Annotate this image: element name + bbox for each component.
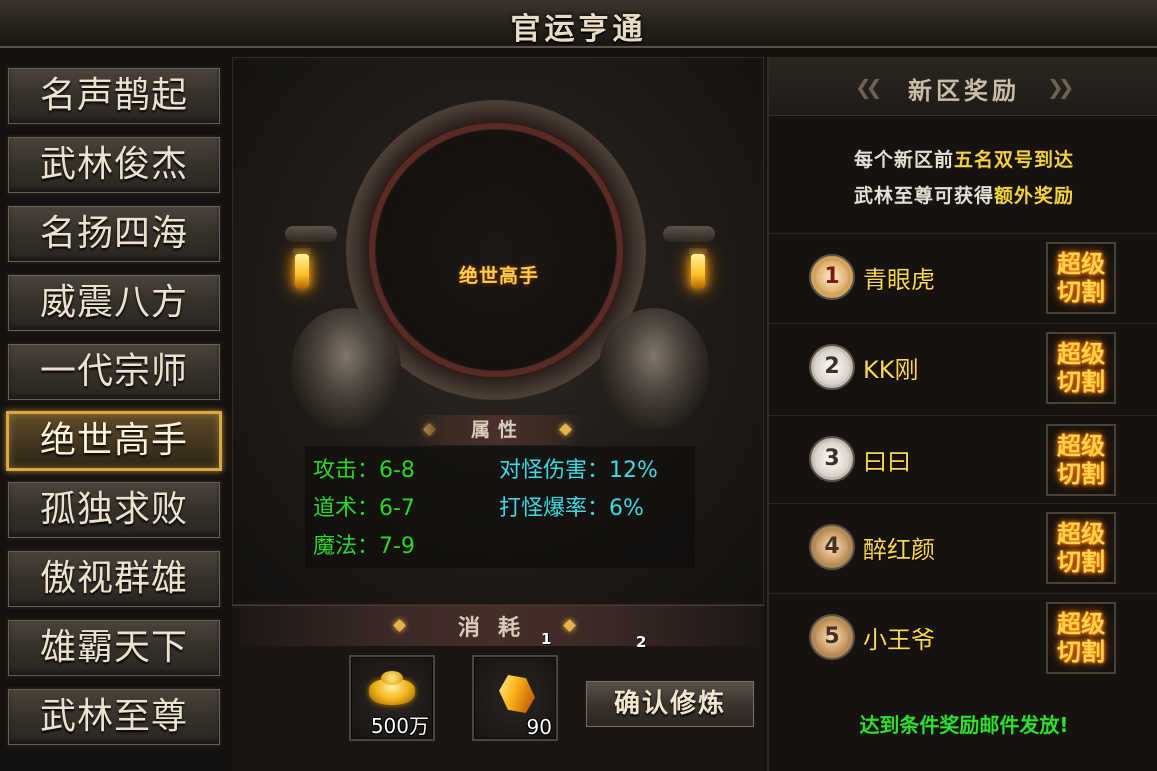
right-lantern-icon [691, 254, 705, 288]
stat-taoism: 道术：6-7 [313, 496, 415, 521]
rank-row-5: 5 小王爷 超级 切割 [769, 593, 1157, 684]
rewards-header-bar: ❮❮ 新区奖励 ❯❯ [769, 57, 1157, 116]
left-dragon-ornament [291, 308, 401, 428]
menu-item-1[interactable]: 名声鹊起 [6, 66, 222, 126]
new-server-rewards-panel: ❮❮ 新区奖励 ❯❯ 每个新区前五名双号到达 武林至尊可获得额外奖励 1 青眼虎… [767, 57, 1157, 771]
stat-monster-damage: 对怪伤害：12% [499, 458, 658, 483]
menu-item-7[interactable]: 孤独求败 [6, 480, 222, 540]
stat-attack: 攻击：6-8 [313, 458, 415, 483]
super-cut-reward-icon[interactable]: 超级 切割 [1046, 332, 1116, 404]
rank-medal-5-icon: 5 [811, 616, 853, 658]
super-cut-reward-icon[interactable]: 超级 切割 [1046, 424, 1116, 496]
rank-row-2: 2 KK刚 超级 切割 [769, 323, 1157, 414]
cost-slot-gold[interactable]: 500万 [349, 655, 435, 741]
rank-player-name: KK刚 [863, 356, 919, 384]
rank-player-name: 小王爷 [863, 626, 935, 654]
cost-header: 消耗 [457, 615, 538, 641]
menu-item-3[interactable]: 名扬四海 [6, 204, 222, 264]
attributes-header: 属性 [413, 415, 583, 445]
stat-drop-rate: 打怪爆率：6% [499, 496, 644, 521]
cost-slot-crystal[interactable]: 90 [472, 655, 558, 741]
emblem-core [376, 130, 616, 370]
cost-header-bar: 消耗 [232, 605, 764, 647]
rewards-description-line2: 武林至尊可获得额外奖励 [853, 185, 1075, 207]
super-cut-reward-icon[interactable]: 超级 切割 [1046, 242, 1116, 314]
rank-row-1: 1 青眼虎 超级 切割 [769, 233, 1157, 324]
cost-gold-amount: 500万 [370, 714, 429, 738]
cost-crystal-amount: 90 [526, 715, 552, 739]
rewards-description-line1: 每个新区前五名双号到达 [853, 149, 1075, 171]
menu-item-2[interactable]: 武林俊杰 [6, 135, 222, 195]
marker-1: 1 [541, 630, 552, 648]
game-window: 官运亨通 名声鹊起 武林俊杰 名扬四海 威震八方 一代宗师 绝世高手 孤独求败 … [0, 0, 1157, 771]
menu-item-6-active[interactable]: 绝世高手 [6, 411, 222, 471]
right-dragon-ornament [599, 308, 709, 428]
window-title: 官运亨通 [510, 12, 647, 47]
current-rank-title: 绝世高手 [458, 265, 539, 287]
rank-row-3: 3 曰曰 超级 切割 [769, 415, 1157, 506]
confirm-cultivate-button[interactable]: 确认修炼 [584, 679, 756, 729]
rank-player-name: 曰曰 [863, 448, 911, 476]
gold-ingot-top [381, 671, 403, 685]
gold-crystal-icon [495, 669, 540, 720]
rank-player-name: 青眼虎 [863, 266, 935, 294]
chevron-right-icon: ❯❯ [1047, 75, 1074, 99]
left-lantern-arm [285, 226, 337, 242]
rank-medal-4-icon: 4 [811, 526, 853, 568]
rank-display-panel: 绝世高手 属性 攻击：6-8 对怪伤害：12% 道术：6-7 打怪爆率：6% 魔… [232, 57, 764, 605]
menu-item-4[interactable]: 威震八方 [6, 273, 222, 333]
rank-medal-1-icon: 1 [811, 256, 853, 298]
rank-row-4: 4 醉红颜 超级 切割 [769, 503, 1157, 594]
super-cut-reward-icon[interactable]: 超级 切割 [1046, 512, 1116, 584]
title-bar: 官运亨通 [0, 0, 1157, 48]
rank-medal-3-icon: 3 [811, 438, 853, 480]
right-lantern-arm [663, 226, 715, 242]
stat-magic: 魔法：7-9 [313, 534, 415, 559]
menu-item-10[interactable]: 武林至尊 [6, 687, 222, 747]
menu-item-8[interactable]: 傲视群雄 [6, 549, 222, 609]
rank-medal-2-icon: 2 [811, 346, 853, 388]
rewards-header: 新区奖励 [908, 76, 1020, 105]
left-lantern-icon [295, 254, 309, 288]
rewards-footer-note: 达到条件奖励邮件发放! [859, 713, 1069, 737]
marker-2: 2 [636, 633, 647, 651]
rank-player-name: 醉红颜 [863, 536, 935, 564]
rank-menu: 名声鹊起 武林俊杰 名扬四海 威震八方 一代宗师 绝世高手 孤独求败 傲视群雄 … [0, 52, 230, 771]
super-cut-reward-icon[interactable]: 超级 切割 [1046, 602, 1116, 674]
menu-item-9[interactable]: 雄霸天下 [6, 618, 222, 678]
menu-item-5[interactable]: 一代宗师 [6, 342, 222, 402]
